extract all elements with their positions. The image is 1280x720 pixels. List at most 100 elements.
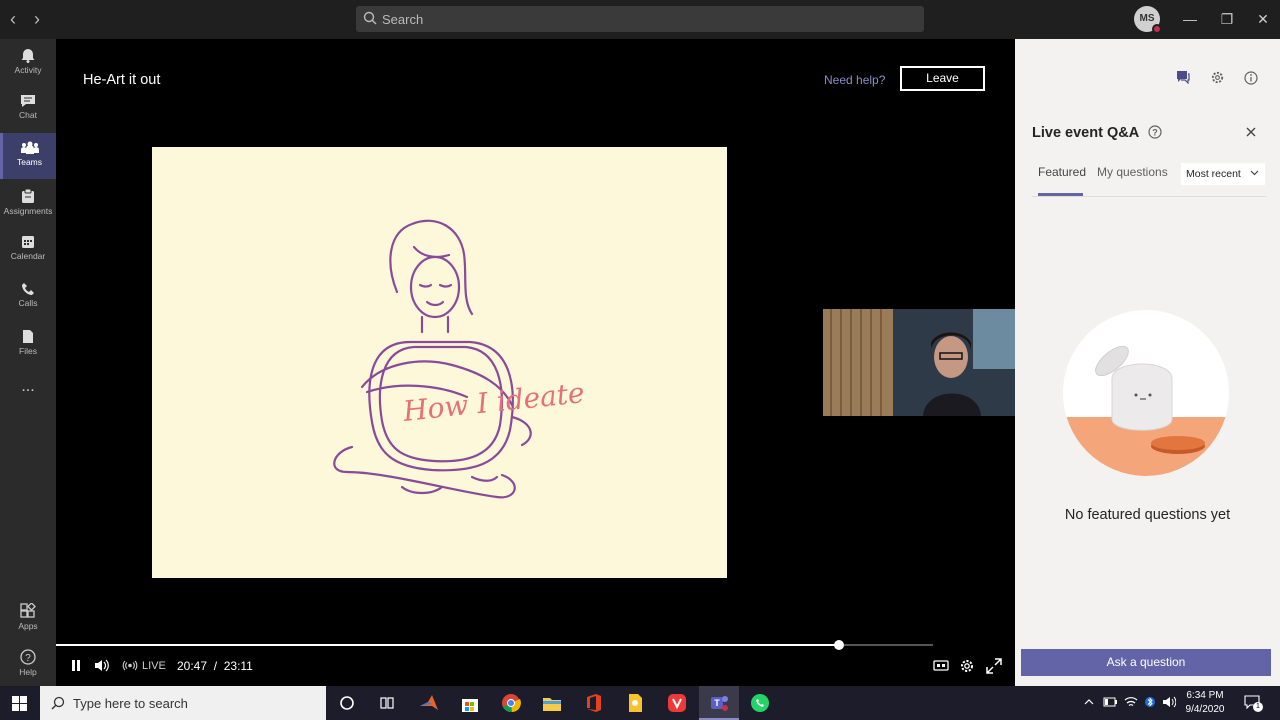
rail-label: Files <box>19 346 37 356</box>
more-apps-button[interactable]: ... <box>0 377 56 423</box>
info-icon[interactable] <box>1244 71 1258 85</box>
rail-item-calendar[interactable]: Calendar <box>0 227 56 273</box>
maximize-button[interactable]: ❐ <box>1216 8 1238 30</box>
rail-item-calls[interactable]: Calls <box>0 274 56 320</box>
close-window-button[interactable]: ✕ <box>1252 8 1274 30</box>
sort-dropdown[interactable]: Most recent <box>1181 163 1265 185</box>
seek-bar[interactable] <box>56 640 933 650</box>
windows-taskbar: Type here to search T 6:34 PM 9/4/2020 1 <box>0 686 1280 720</box>
avatar-initials: MS <box>1139 13 1155 24</box>
battery-icon[interactable] <box>1103 697 1117 707</box>
fullscreen-icon[interactable] <box>986 658 1002 674</box>
whatsapp-icon[interactable] <box>749 692 771 714</box>
phone-icon <box>22 283 34 295</box>
current-time: 20:47 <box>177 659 208 673</box>
tab-divider <box>1032 196 1266 197</box>
close-icon[interactable] <box>1246 127 1256 137</box>
taskbar-search-placeholder: Type here to search <box>73 696 188 711</box>
minimize-button[interactable]: — <box>1179 8 1201 30</box>
avatar[interactable]: MS <box>1134 6 1162 34</box>
qa-chat-icon[interactable] <box>1176 70 1190 84</box>
clock-date: 9/4/2020 <box>1185 704 1225 715</box>
windows-start-icon[interactable] <box>12 696 27 711</box>
task-view-icon[interactable] <box>376 692 398 714</box>
rail-item-help[interactable]: ? Help <box>0 641 56 687</box>
need-help-link[interactable]: Need help? <box>824 73 885 87</box>
chrome-icon[interactable] <box>500 692 522 714</box>
rail-item-apps[interactable]: Apps <box>0 595 56 641</box>
file-explorer-icon[interactable] <box>541 692 563 714</box>
speaker-icon[interactable] <box>1162 696 1176 708</box>
taskbar-clock[interactable]: 6:34 PM 9/4/2020 <box>1180 689 1230 717</box>
total-time: 23:11 <box>223 659 253 673</box>
time-readout: 20:47 / 23:11 <box>177 659 253 673</box>
forward-icon[interactable]: › <box>34 10 40 28</box>
matlab-icon[interactable] <box>418 692 440 714</box>
seek-bar-fill <box>56 644 840 646</box>
svg-text:?: ? <box>25 653 31 664</box>
tray-chevron-up-icon[interactable] <box>1084 698 1094 706</box>
rail-label: Assignments <box>3 206 53 216</box>
search-icon <box>51 696 65 710</box>
wifi-icon[interactable] <box>1124 696 1138 708</box>
rail-item-chat[interactable]: Chat <box>0 86 56 132</box>
qa-panel: Live event Q&A ? Featured My questions N… <box>1015 39 1280 686</box>
store-icon[interactable] <box>459 692 481 714</box>
keep-icon[interactable] <box>624 692 646 714</box>
live-broadcast-icon <box>122 660 138 671</box>
clock-time: 6:34 PM <box>1186 690 1224 701</box>
taskbar-search[interactable]: Type here to search <box>40 686 326 720</box>
live-event-stage: He-Art it out Need help? Leave How I ide… <box>56 39 1015 686</box>
volume-icon[interactable] <box>94 659 110 672</box>
rail-label: Apps <box>18 621 38 631</box>
presenter-camera-feed <box>823 309 1015 416</box>
presenter-video-icon <box>823 309 1015 416</box>
assignments-icon <box>22 188 34 203</box>
search-input[interactable]: Search <box>356 6 924 32</box>
rail-item-activity[interactable]: Activity <box>0 39 56 85</box>
rail-label: Calls <box>18 298 38 308</box>
notification-center-button[interactable]: 1 <box>1244 695 1263 712</box>
help-circle-icon[interactable]: ? <box>1148 125 1162 139</box>
seek-handle[interactable] <box>834 640 845 650</box>
live-indicator: LIVE <box>142 660 166 672</box>
tab-featured[interactable]: Featured <box>1038 165 1086 179</box>
rail-item-teams[interactable]: Teams <box>0 133 56 179</box>
leave-button[interactable]: Leave <box>900 66 985 91</box>
captions-icon[interactable] <box>933 660 949 671</box>
help-icon: ? <box>20 649 36 665</box>
rail-label: Chat <box>19 110 37 120</box>
rail-label: Teams <box>16 157 43 167</box>
rail-item-files[interactable]: Files <box>0 321 56 367</box>
empty-jar-illustration <box>1063 310 1229 476</box>
teams-app-icon: T <box>711 696 728 711</box>
rail-label: Calendar <box>10 251 46 261</box>
bluetooth-icon[interactable] <box>1145 695 1155 709</box>
tab-my-questions[interactable]: My questions <box>1097 165 1168 179</box>
title-bar: ‹ › Search MS — ❐ ✕ <box>0 0 1280 39</box>
svg-text:?: ? <box>1152 128 1158 138</box>
notification-badge: 1 <box>1253 702 1263 712</box>
search-placeholder: Search <box>382 12 424 27</box>
teams-taskbar-active[interactable]: T <box>699 686 739 720</box>
back-icon[interactable]: ‹ <box>10 10 16 28</box>
settings-icon[interactable] <box>1210 70 1225 85</box>
ask-question-button[interactable]: Ask a question <box>1021 649 1271 676</box>
teams-icon <box>20 141 39 154</box>
file-icon <box>23 330 33 343</box>
rail-label: Activity <box>14 65 42 75</box>
settings-gear-icon[interactable] <box>959 658 975 674</box>
office-icon[interactable] <box>583 692 605 714</box>
rail-item-assignments[interactable]: Assignments <box>0 180 56 226</box>
pause-icon[interactable] <box>71 660 81 671</box>
cortana-icon[interactable] <box>336 692 358 714</box>
empty-state-message: No featured questions yet <box>1064 507 1231 523</box>
more-icon: ... <box>21 378 35 395</box>
bell-icon <box>21 49 35 63</box>
presentation-slide: How I ideate <box>152 147 727 578</box>
vivaldi-icon[interactable] <box>666 692 688 714</box>
svg-text:T: T <box>714 698 720 708</box>
meditating-woman-illustration: How I ideate <box>333 219 586 499</box>
apps-icon <box>20 603 36 618</box>
panel-title: Live event Q&A ? <box>1032 125 1162 141</box>
